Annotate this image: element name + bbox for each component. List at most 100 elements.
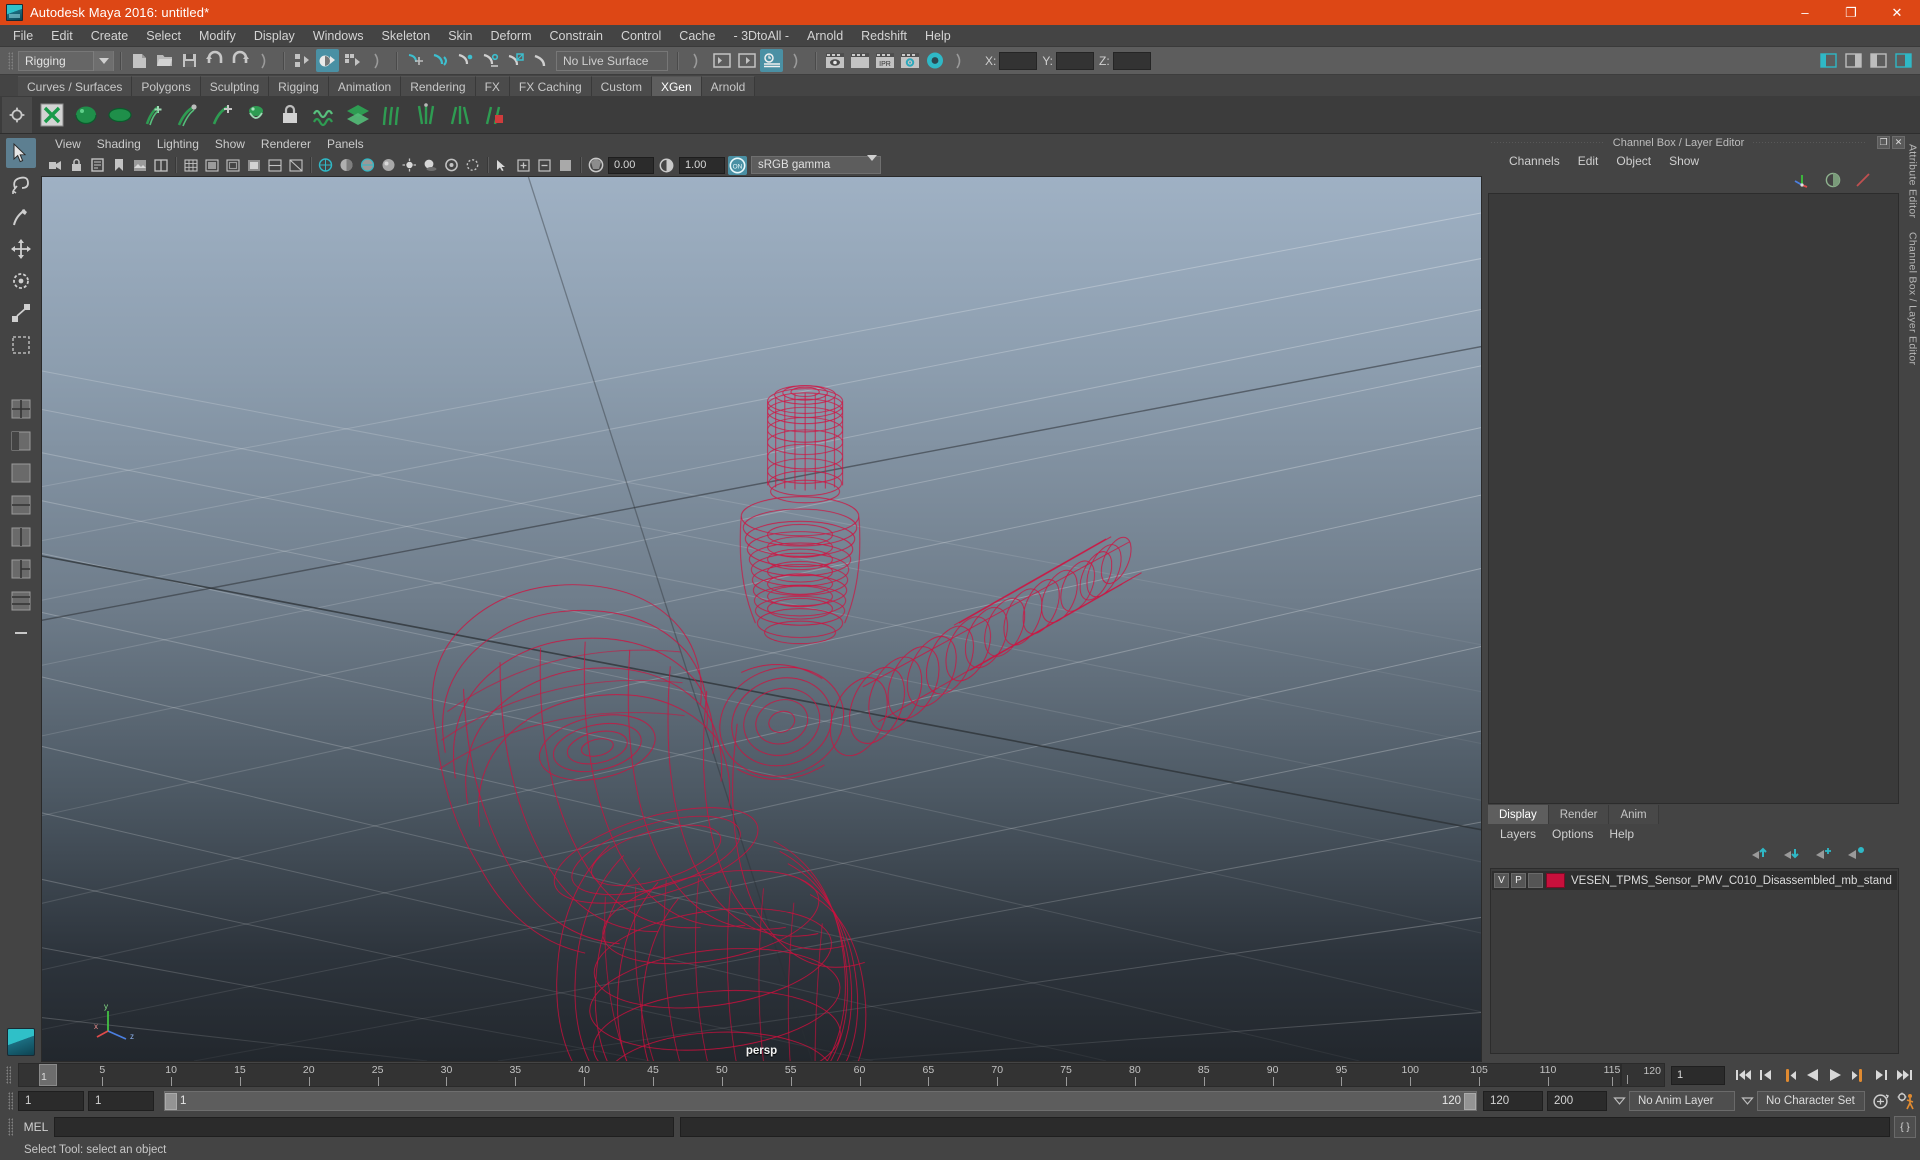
menu-display[interactable]: Display bbox=[245, 27, 304, 45]
select-tool-button[interactable] bbox=[5, 138, 36, 168]
character-set-selector[interactable]: No Character Set bbox=[1757, 1091, 1865, 1111]
shadows-icon[interactable] bbox=[421, 156, 440, 175]
side-tab-attribute-editor[interactable]: Attribute Editor bbox=[1907, 144, 1919, 218]
camera-attributes-icon[interactable] bbox=[88, 156, 107, 175]
anim-layer-chevron-icon[interactable] bbox=[1611, 1097, 1627, 1105]
resolution-gate-icon[interactable] bbox=[223, 156, 242, 175]
command-language-label[interactable]: MEL bbox=[18, 1120, 54, 1134]
tab-anim-layers[interactable]: Anim bbox=[1609, 805, 1659, 824]
shelf-tab-animation[interactable]: Animation bbox=[328, 76, 402, 96]
isolate-select-icon[interactable] bbox=[493, 156, 512, 175]
layer-name[interactable]: VESEN_TPMS_Sensor_PMV_C010_Disassembled_… bbox=[1571, 875, 1892, 887]
go-to-end-button[interactable] bbox=[1894, 1065, 1914, 1085]
layout-three-panes-button[interactable] bbox=[6, 554, 36, 584]
shelf-tab-rigging[interactable]: Rigging bbox=[269, 76, 329, 96]
panel-undock-button[interactable]: ❐ bbox=[1877, 136, 1890, 149]
range-slider-grip[interactable] bbox=[5, 1090, 15, 1112]
viewport-menu-show[interactable]: Show bbox=[207, 136, 253, 152]
render-current-frame-button[interactable] bbox=[823, 49, 846, 72]
menu-deform[interactable]: Deform bbox=[482, 27, 541, 45]
isolate-select-remove-icon[interactable] bbox=[535, 156, 554, 175]
chevron-down-icon[interactable] bbox=[867, 155, 877, 173]
select-camera-icon[interactable] bbox=[46, 156, 65, 175]
isolate-select-add-icon[interactable] bbox=[514, 156, 533, 175]
animation-end-field[interactable]: 200 bbox=[1547, 1091, 1607, 1111]
selection-mask-arrow-icon-3[interactable] bbox=[685, 49, 708, 72]
panel-close-button[interactable]: ✕ bbox=[1892, 136, 1905, 149]
menu-control[interactable]: Control bbox=[612, 27, 670, 45]
viewport-menu-panels[interactable]: Panels bbox=[319, 136, 372, 152]
xgen-spline-primitive-icon[interactable] bbox=[375, 98, 409, 132]
statusline-grip[interactable] bbox=[5, 50, 15, 72]
menu-redshift[interactable]: Redshift bbox=[852, 27, 916, 45]
move-layer-up-icon[interactable] bbox=[1751, 846, 1769, 865]
panel-drag-dots-right[interactable] bbox=[1752, 142, 1867, 143]
viewport-menu-shading[interactable]: Shading bbox=[89, 136, 149, 152]
select-hierarchy-button[interactable] bbox=[291, 49, 314, 72]
snap-to-grid-button[interactable] bbox=[404, 49, 427, 72]
isolate-select-load-icon[interactable] bbox=[556, 156, 575, 175]
step-forward-button[interactable] bbox=[1871, 1065, 1891, 1085]
exposure-field[interactable]: 0.00 bbox=[608, 156, 654, 174]
layout-four-view-button[interactable] bbox=[6, 394, 36, 424]
xgen-sphere-primitive-icon[interactable] bbox=[69, 98, 103, 132]
range-slider[interactable]: 1 120 bbox=[164, 1091, 1477, 1111]
animation-start-field[interactable]: 1 bbox=[18, 1091, 84, 1111]
ipr-render-button[interactable]: IPR bbox=[873, 49, 896, 72]
menu-arnold[interactable]: Arnold bbox=[798, 27, 852, 45]
live-surface-field[interactable]: No Live Surface bbox=[556, 50, 668, 71]
shaded-sphere-icon[interactable] bbox=[1825, 172, 1841, 193]
minimize-button[interactable]: – bbox=[1782, 0, 1828, 25]
film-gate-icon[interactable] bbox=[202, 156, 221, 175]
shelf-tab-polygons[interactable]: Polygons bbox=[132, 76, 201, 96]
shelf-options-button[interactable] bbox=[2, 96, 32, 133]
selection-mask-arrow-icon[interactable] bbox=[253, 49, 276, 72]
step-back-button[interactable] bbox=[1756, 1065, 1776, 1085]
menu-cache[interactable]: Cache bbox=[670, 27, 724, 45]
attribute-editor-toggle-button[interactable] bbox=[760, 49, 783, 72]
current-frame-field[interactable]: 1 bbox=[1671, 1065, 1725, 1085]
layer-row[interactable]: V P VESEN_TPMS_Sensor_PMV_C010_Disassemb… bbox=[1492, 871, 1897, 890]
channel-box-menu-show[interactable]: Show bbox=[1660, 153, 1708, 169]
xgen-create-description-icon[interactable] bbox=[35, 98, 69, 132]
animation-preferences-button[interactable] bbox=[1893, 1092, 1919, 1111]
color-management-toggle-icon[interactable]: ON bbox=[728, 155, 747, 175]
image-plane-icon[interactable] bbox=[130, 156, 149, 175]
range-slider-left-handle[interactable] bbox=[165, 1092, 177, 1110]
layer-visibility-toggle[interactable]: V bbox=[1494, 873, 1509, 888]
save-scene-button[interactable] bbox=[178, 49, 201, 72]
create-new-layer-icon[interactable] bbox=[1815, 846, 1833, 865]
create-layer-from-selected-icon[interactable] bbox=[1847, 846, 1865, 865]
perspective-viewport[interactable]: persp y z x bbox=[41, 176, 1482, 1062]
lasso-tool-button[interactable] bbox=[6, 170, 36, 200]
open-editor-left-button[interactable] bbox=[710, 49, 733, 72]
menu-set-selector[interactable]: Rigging bbox=[18, 50, 114, 71]
use-all-lights-icon[interactable] bbox=[400, 156, 419, 175]
xgen-card-primitive-icon[interactable] bbox=[409, 98, 443, 132]
gate-mask-icon[interactable] bbox=[244, 156, 263, 175]
play-forwards-button[interactable] bbox=[1825, 1065, 1845, 1085]
rotate-tool-button[interactable] bbox=[6, 266, 36, 296]
xgen-collection-icon[interactable] bbox=[341, 98, 375, 132]
layer-menu-options[interactable]: Options bbox=[1544, 826, 1601, 842]
grid-toggle-icon[interactable] bbox=[181, 156, 200, 175]
manipulator-axis-icon[interactable] bbox=[1793, 172, 1811, 193]
chevron-down-icon[interactable] bbox=[93, 50, 113, 71]
layout-two-panes-side-button[interactable] bbox=[6, 522, 36, 552]
panel-drag-dots-left[interactable] bbox=[1490, 142, 1605, 143]
side-tab-channel-box[interactable]: Channel Box / Layer Editor bbox=[1907, 232, 1919, 365]
script-editor-button[interactable]: { } bbox=[1894, 1116, 1916, 1138]
selection-mask-arrow-icon-2[interactable] bbox=[366, 49, 389, 72]
shaded-wireframe-icon[interactable] bbox=[358, 156, 377, 175]
gamma-icon[interactable] bbox=[657, 156, 676, 175]
exposure-icon[interactable] bbox=[586, 156, 605, 175]
snap-to-point-button[interactable] bbox=[454, 49, 477, 72]
menu-modify[interactable]: Modify bbox=[190, 27, 245, 45]
ambient-occlusion-icon[interactable] bbox=[442, 156, 461, 175]
red-slash-icon[interactable] bbox=[1855, 172, 1871, 193]
layout-persp-outliner-button[interactable] bbox=[6, 426, 36, 456]
viewport-menu-renderer[interactable]: Renderer bbox=[253, 136, 319, 152]
xgen-noise-modifier-icon[interactable] bbox=[307, 98, 341, 132]
show-hide-modeling-toolkit-button[interactable] bbox=[1817, 49, 1840, 72]
layer-menu-help[interactable]: Help bbox=[1601, 826, 1642, 842]
